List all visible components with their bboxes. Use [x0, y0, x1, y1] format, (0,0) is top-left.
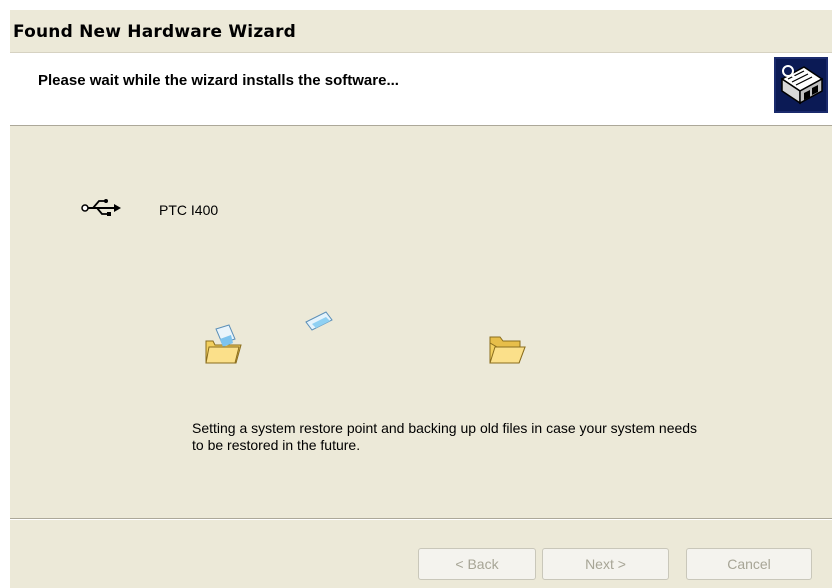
back-button-label: < Back	[455, 556, 499, 572]
back-button[interactable]: < Back	[418, 548, 536, 580]
status-message: Setting a system restore point and backi…	[192, 420, 698, 453]
cancel-button-label: Cancel	[727, 556, 771, 572]
title-bar[interactable]: Found New Hardware Wizard	[10, 10, 832, 53]
window-title: Found New Hardware Wizard	[13, 22, 297, 42]
hardware-wizard-icon	[774, 57, 828, 113]
usb-icon	[80, 198, 122, 218]
open-folder-icon	[487, 333, 527, 367]
device-name: PTC I400	[159, 202, 219, 218]
wizard-header-title: Please wait while the wizard installs th…	[38, 72, 399, 89]
flying-document-icon	[304, 310, 334, 332]
wizard-body: PTC I400 Setting a system restore point	[10, 127, 832, 517]
footer-divider	[10, 518, 832, 520]
next-button[interactable]: Next >	[542, 548, 669, 580]
folder-with-document-icon	[203, 323, 243, 367]
next-button-label: Next >	[585, 556, 626, 572]
wizard-header: Please wait while the wizard installs th…	[10, 53, 832, 126]
cancel-button[interactable]: Cancel	[686, 548, 812, 580]
wizard-window: Found New Hardware Wizard Please wait wh…	[10, 10, 832, 588]
